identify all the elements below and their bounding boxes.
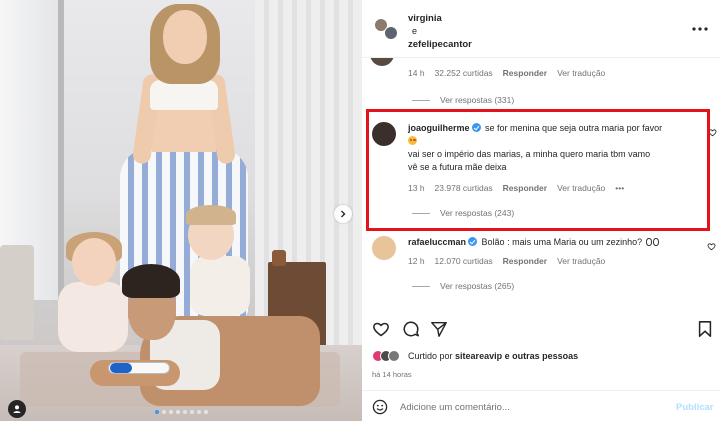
view-replies[interactable]: Ver respostas (331) — [412, 95, 514, 105]
author-connector: e — [412, 26, 418, 36]
comment-username[interactable]: rafaeluccman — [408, 237, 466, 247]
liker-avatar[interactable] — [388, 350, 400, 362]
background-chair — [0, 245, 34, 340]
child-figure-body — [190, 256, 250, 316]
carousel-dot — [162, 410, 166, 414]
carousel-dot — [197, 410, 201, 414]
comment-like-icon[interactable] — [707, 242, 716, 251]
comment-text: Bolão : mais uma Maria ou um zezinho? — [481, 237, 643, 247]
comment-composer: Publicar — [362, 390, 720, 421]
share-icon[interactable] — [430, 320, 448, 338]
coauthor-username[interactable]: zefelipecantor — [408, 39, 472, 50]
comment-input[interactable] — [400, 400, 660, 414]
comment-avatar[interactable] — [370, 58, 394, 66]
carousel-next-button[interactable] — [334, 205, 352, 223]
background-vase — [272, 250, 286, 266]
comment-likes[interactable]: 32.252 curtidas — [435, 68, 493, 78]
bookmark-icon[interactable] — [696, 320, 714, 338]
carousel-dot — [183, 410, 187, 414]
post-photo[interactable] — [0, 0, 362, 421]
view-replies-label[interactable]: Ver respostas (331) — [440, 95, 514, 105]
eyes-emoji-icon — [645, 238, 652, 246]
reply-button[interactable]: Responder — [503, 256, 547, 266]
carousel-dot — [176, 410, 180, 414]
pregnancy-test-cap — [110, 363, 132, 373]
post-header: virginia e zefelipecantor — [362, 0, 720, 58]
comment-time: 12 h — [408, 256, 425, 266]
carousel-dot — [204, 410, 208, 414]
highlighted-comment-outline — [366, 109, 710, 231]
view-replies[interactable]: Ver respostas (265) — [412, 281, 514, 291]
replies-divider — [412, 99, 430, 101]
comment-body: rafaeluccman Bolão : mais uma Maria ou u… — [408, 236, 698, 249]
author-username[interactable]: virginia — [408, 13, 442, 24]
post-actions-bar — [362, 312, 720, 342]
verified-badge-icon — [468, 237, 478, 246]
mother-figure-head — [163, 10, 207, 64]
child-figure-hair — [186, 205, 236, 225]
liked-by: Curtido por siteareavip e outras pessoas — [372, 350, 578, 362]
view-replies-label[interactable]: Ver respostas (265) — [440, 281, 514, 291]
eyes-emoji-icon — [652, 238, 659, 246]
comment-icon[interactable] — [402, 320, 420, 338]
reply-button[interactable]: Responder — [503, 68, 547, 78]
comment-meta: 12 h 12.070 curtidas Responder Ver tradu… — [408, 256, 605, 266]
user-icon — [13, 405, 21, 413]
translate-button[interactable]: Ver tradução — [557, 68, 605, 78]
tagged-users-button[interactable] — [8, 400, 26, 418]
publish-button[interactable]: Publicar — [676, 402, 714, 413]
more-options-icon[interactable] — [691, 24, 709, 34]
comment-likes[interactable]: 12.070 curtidas — [435, 256, 493, 266]
carousel-dot — [190, 410, 194, 414]
background-window-frame — [58, 0, 64, 320]
emoji-icon[interactable] — [372, 399, 388, 415]
post-timestamp[interactable]: há 14 horas — [372, 370, 412, 379]
child-figure-body — [58, 282, 128, 352]
carousel-indicator — [155, 410, 208, 414]
replies-divider — [412, 285, 430, 287]
comment-meta: 14 h 32.252 curtidas Responder Ver tradu… — [408, 68, 605, 78]
chevron-right-icon — [341, 210, 346, 218]
father-figure-hair — [122, 264, 180, 298]
child-figure-head — [72, 238, 116, 286]
carousel-dot — [169, 410, 173, 414]
mother-figure-top — [150, 80, 218, 110]
mother-figure-belly — [152, 108, 216, 152]
heart-icon[interactable] — [372, 320, 390, 338]
author-avatar[interactable] — [384, 26, 398, 40]
liked-by-others[interactable]: e outras pessoas — [505, 351, 579, 361]
liked-by-prefix: Curtido por — [408, 351, 453, 361]
liked-by-user[interactable]: siteareavip — [455, 351, 502, 361]
comment-time: 14 h — [408, 68, 425, 78]
carousel-dot — [155, 410, 159, 414]
translate-button[interactable]: Ver tradução — [557, 256, 605, 266]
comment-avatar[interactable] — [372, 236, 396, 260]
